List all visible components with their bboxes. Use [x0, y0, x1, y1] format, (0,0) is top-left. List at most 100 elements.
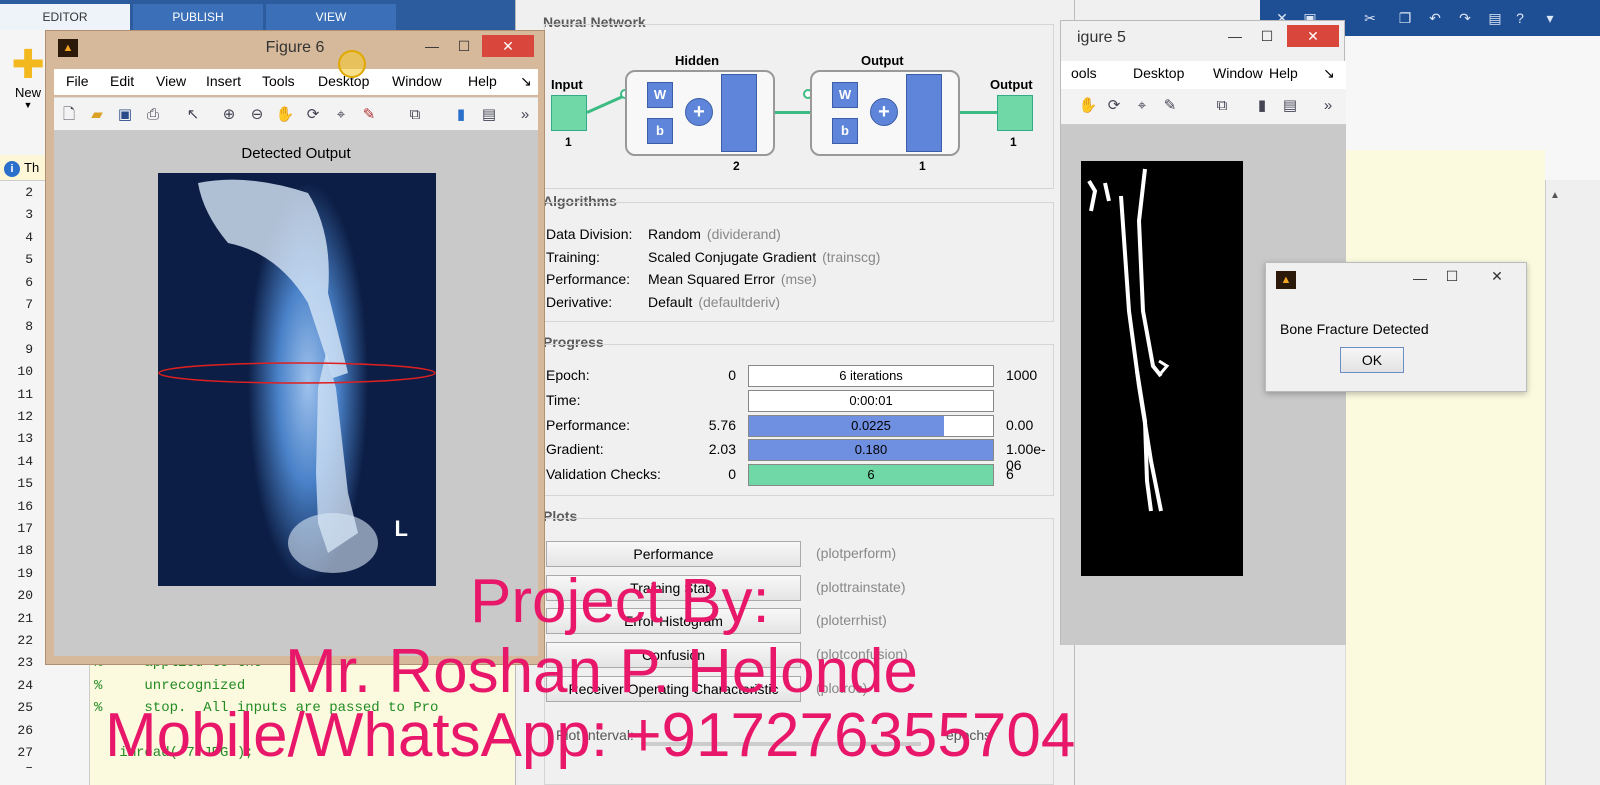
algorithm-key: Performance: [546, 271, 631, 287]
rotate-icon[interactable]: ⟳ [302, 104, 324, 126]
figure-6-toolbar: 🗋 ▰ ▣ ⎙ ↖ ⊕ ⊖ ✋ ⟳ ⌖ ✎ ⧉ ▮ ▤ » [54, 97, 538, 131]
more-tools-icon[interactable]: » [514, 104, 536, 126]
colorbar-icon[interactable]: ▮ [1251, 95, 1273, 117]
line-number: 5 [25, 252, 33, 268]
progress-bar: 6 [748, 464, 994, 487]
line-number: 14 [17, 453, 33, 469]
ok-button[interactable]: OK [1340, 347, 1404, 373]
legend-icon[interactable]: ▤ [478, 104, 500, 126]
maximize-icon[interactable]: ☐ [450, 35, 478, 57]
nn-output-sum: + [870, 98, 898, 126]
line-number: 6 [25, 274, 33, 290]
code-line[interactable]: % unrecognized [94, 678, 245, 694]
brush-icon[interactable]: ✎ [1159, 95, 1181, 117]
pan-icon[interactable]: ✋ [274, 104, 296, 126]
tab-view[interactable]: VIEW [266, 4, 396, 30]
close-icon[interactable]: ✕ [482, 35, 534, 57]
mouse-cursor-highlight [338, 50, 366, 78]
menu-edit[interactable]: Edit [110, 73, 134, 89]
copy-icon[interactable]: ❐ [1395, 8, 1415, 28]
vertical-scrollbar[interactable] [1545, 180, 1600, 785]
menu-tools[interactable]: Tools [262, 73, 295, 89]
minimize-icon[interactable]: — [1221, 25, 1249, 47]
scroll-up-icon[interactable]: ▲ [1550, 190, 1564, 204]
pan-icon[interactable]: ✋ [1077, 95, 1099, 117]
line-number: 15 [17, 476, 33, 492]
plus-icon: ✚ [11, 43, 45, 87]
nn-output-label: Output [990, 77, 1033, 92]
algorithm-value: Scaled Conjugate Gradient [648, 248, 817, 265]
close-icon[interactable]: ✕ [1287, 25, 1339, 47]
menu-window[interactable]: Window [392, 73, 442, 89]
progress-start-value: 0 [728, 466, 736, 483]
more-tools-icon[interactable]: » [1317, 95, 1339, 117]
minimize-icon[interactable]: — [1406, 267, 1434, 289]
open-file-icon[interactable]: ▰ [86, 104, 108, 126]
line-number: 13 [17, 431, 33, 447]
new-button[interactable]: ✚ New ▼ [6, 45, 50, 115]
edit-plot-icon[interactable]: ↖ [182, 104, 204, 126]
cut-icon[interactable]: ✂ [1360, 8, 1380, 28]
menu-help[interactable]: Help [1269, 65, 1298, 81]
figure-5-toolbar: ✋ ⟳ ⌖ ✎ ⧉ ▮ ▤ » [1061, 89, 1346, 125]
progress-bar: 0.0225 [748, 414, 994, 437]
switch-window-icon[interactable]: ▤ [1485, 8, 1505, 28]
right-editor-body [1345, 150, 1545, 785]
line-number: 2 [25, 185, 33, 200]
nn-hidden-label: Hidden [675, 53, 720, 68]
maximize-icon[interactable]: ☐ [1253, 25, 1281, 47]
nn-wire [775, 111, 811, 114]
menu-window[interactable]: Window [1213, 65, 1263, 81]
nn-input-label: Input [551, 77, 583, 92]
algorithm-key: Data Division: [546, 226, 633, 242]
nn-input-size: 1 [565, 135, 572, 149]
link-plot-icon[interactable]: ⧉ [404, 104, 426, 126]
menu-desktop[interactable]: Desktop [1133, 65, 1184, 81]
algorithm-row: Derivative: Default (defaultderiv) [546, 294, 780, 310]
colorbar-icon[interactable]: ▮ [450, 104, 472, 126]
algorithm-value: Random [648, 226, 701, 242]
matlab-logo-icon: ▲ [1276, 271, 1296, 289]
print-icon[interactable]: ⎙ [142, 104, 164, 126]
algorithm-function: (defaultderiv) [698, 293, 781, 310]
maximize-icon[interactable]: ☐ [1438, 265, 1466, 287]
menu-help[interactable]: Help [468, 73, 497, 89]
redo-icon[interactable]: ↷ [1455, 8, 1475, 28]
plot-button[interactable]: Performance [546, 541, 801, 567]
zoom-in-icon[interactable]: ⊕ [218, 104, 240, 126]
progress-row: Epoch: 0 6 iterations 1000 [546, 365, 1056, 387]
figure-5-title: igure 5 [1077, 29, 1126, 46]
line-number: 18 [17, 543, 33, 559]
menu-tools[interactable]: ools [1071, 65, 1097, 81]
overlay-contact: Mobile/WhatsApp: +917276355704 [105, 701, 1076, 770]
message-text: Bone Fracture Detected [1280, 321, 1429, 337]
brush-icon[interactable]: ✎ [358, 104, 380, 126]
menu-file[interactable]: File [66, 73, 89, 89]
menu-dock-icon[interactable]: ↘ [1323, 65, 1335, 82]
data-cursor-icon[interactable]: ⌖ [330, 104, 352, 126]
minimize-icon[interactable]: — [418, 35, 446, 57]
rotate-icon[interactable]: ⟳ [1103, 95, 1125, 117]
figure-6-menubar: File Edit View Insert Tools Desktop Wind… [54, 69, 538, 95]
nn-output-node [997, 95, 1033, 131]
progress-bar-text: 0.0225 [851, 417, 891, 433]
zoom-out-icon[interactable]: ⊖ [246, 104, 268, 126]
save-icon[interactable]: ▣ [114, 104, 136, 126]
data-cursor-icon[interactable]: ⌖ [1131, 95, 1153, 117]
legend-icon[interactable]: ▤ [1279, 95, 1301, 117]
undo-icon[interactable]: ↶ [1425, 8, 1445, 28]
nn-hidden-sum: + [685, 98, 713, 126]
new-figure-icon[interactable]: 🗋 [58, 104, 80, 126]
overlay-author: Mr. Roshan P. Helonde [285, 637, 919, 706]
tab-publish[interactable]: PUBLISH [133, 4, 263, 30]
help-icon[interactable]: ? [1510, 8, 1530, 28]
close-icon[interactable]: ✕ [1472, 265, 1522, 287]
expand-icon[interactable]: ▾ [1540, 8, 1560, 28]
menu-insert[interactable]: Insert [206, 73, 241, 89]
link-plot-icon[interactable]: ⧉ [1211, 95, 1233, 117]
figure-6-canvas: Detected Output L [54, 131, 538, 656]
nn-output-transfer [906, 74, 942, 152]
tab-editor[interactable]: EDITOR [0, 4, 130, 30]
menu-dock-icon[interactable]: ↘ [520, 73, 532, 90]
menu-view[interactable]: View [156, 73, 186, 89]
